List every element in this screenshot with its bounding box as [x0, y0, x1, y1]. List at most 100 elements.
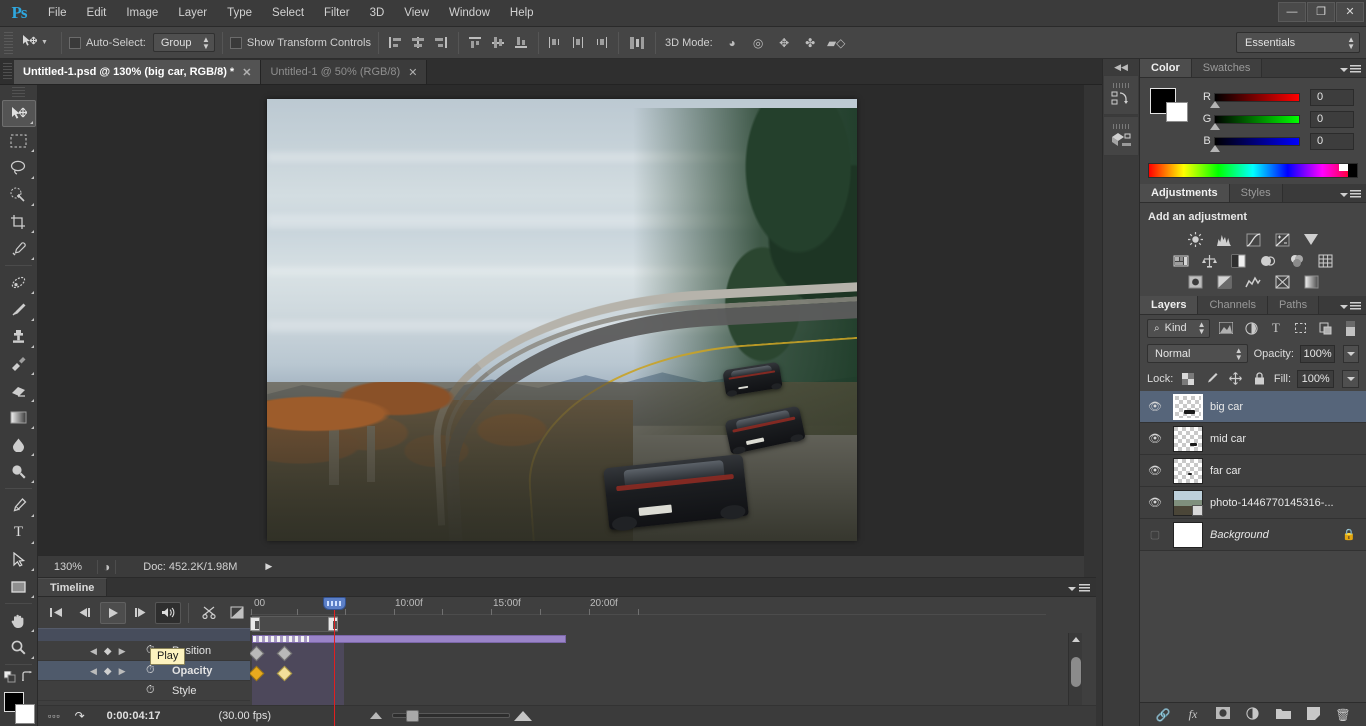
lock-position-icon[interactable] [1227, 370, 1245, 388]
workspace-select[interactable]: Essentials ▲▼ [1236, 32, 1360, 53]
scroll-up-icon[interactable] [1072, 637, 1080, 642]
close-button[interactable]: ✕ [1336, 2, 1364, 22]
big-car[interactable] [603, 454, 749, 530]
work-area-start-handle[interactable] [250, 617, 260, 631]
menu-layer[interactable]: Layer [168, 0, 217, 27]
fill-stepper[interactable] [1342, 370, 1359, 388]
background-color-swatch[interactable] [15, 704, 35, 724]
zoom-slider-knob[interactable] [406, 710, 419, 722]
lasso-tool[interactable] [2, 154, 36, 181]
photo-filter-icon[interactable] [1258, 252, 1278, 269]
vibrance-icon[interactable] [1301, 231, 1321, 248]
swap-colors-icon[interactable] [22, 671, 34, 685]
color-lookup-icon[interactable] [1316, 252, 1336, 269]
new-group-icon[interactable] [1275, 707, 1291, 722]
layer-row-mid-car[interactable]: 👁 mid car [1140, 423, 1366, 455]
minimize-button[interactable]: — [1278, 2, 1306, 22]
stopwatch-icon[interactable]: ⏱ [146, 684, 155, 697]
red-channel-slider[interactable] [1214, 93, 1300, 102]
marquee-tool[interactable] [2, 127, 36, 154]
previous-keyframe-icon[interactable]: ◀ [90, 666, 97, 677]
layer-row-background[interactable]: ▢ Background 🔒 [1140, 519, 1366, 551]
menu-3d[interactable]: 3D [360, 0, 395, 27]
filter-shape-layers-icon[interactable] [1292, 319, 1310, 338]
layer-visibility-icon[interactable]: 👁 [1144, 496, 1166, 509]
document-tab-untitled-1-psd[interactable]: Untitled-1.psd @ 130% (big car, RGB/8) *… [14, 60, 261, 84]
canvas-area[interactable] [38, 85, 1084, 555]
document-artboard[interactable] [267, 99, 857, 541]
layer-duration-bar-top[interactable] [252, 635, 566, 643]
options-bar-grip[interactable] [4, 32, 13, 54]
red-channel-value[interactable]: 0 [1310, 89, 1354, 106]
adjustments-panel-menu[interactable] [1340, 190, 1361, 199]
menu-edit[interactable]: Edit [77, 0, 117, 27]
blue-channel-value[interactable]: 0 [1310, 133, 1354, 150]
align-horizontal-centers-icon[interactable] [409, 33, 428, 52]
gradient-tool[interactable] [2, 404, 36, 431]
foreground-background-swatches[interactable] [2, 692, 36, 726]
zoom-out-icon[interactable] [370, 712, 382, 719]
spot-healing-brush-tool[interactable] [2, 269, 36, 296]
3d-pan-icon[interactable]: ✥ [775, 33, 794, 52]
layer-thumbnail[interactable] [1173, 490, 1203, 516]
channel-mixer-icon[interactable] [1287, 252, 1307, 269]
delete-layer-icon[interactable]: 🗑 [1335, 708, 1351, 722]
timeline-ruler[interactable]: 00 00f 10:00f 15:00f 20:00f [250, 597, 1046, 615]
layer-thumbnail[interactable] [1173, 426, 1203, 452]
filter-type-layers-icon[interactable]: T [1267, 319, 1285, 338]
distribute-right-edges-icon[interactable] [592, 33, 611, 52]
tools-panel-grip[interactable] [12, 87, 25, 98]
auto-select-checkbox[interactable] [69, 37, 81, 49]
work-area-end-handle[interactable] [328, 617, 338, 631]
layer-filter-kind-select[interactable]: ⌕ Kind ▲▼ [1147, 319, 1210, 338]
3d-roll-icon[interactable]: ◎ [749, 33, 768, 52]
background-color-swatch[interactable] [1166, 102, 1188, 122]
playhead[interactable] [334, 597, 335, 726]
tab-adjustments[interactable]: Adjustments [1140, 184, 1230, 202]
menu-help[interactable]: Help [500, 0, 544, 27]
zoom-tool[interactable] [2, 634, 36, 661]
document-settings-icon[interactable]: ◑ [103, 560, 110, 574]
stopwatch-icon[interactable]: ⏱ [146, 664, 155, 677]
color-panel-swatches[interactable] [1150, 88, 1190, 122]
link-layers-icon[interactable]: 🔗 [1155, 708, 1171, 722]
move-tool[interactable] [2, 100, 36, 127]
color-balance-icon[interactable] [1200, 252, 1220, 269]
slider-knob[interactable] [1210, 101, 1220, 108]
fill-value[interactable]: 100% [1297, 370, 1334, 388]
add-keyframe-icon[interactable]: ◆ [104, 646, 112, 657]
go-to-first-frame-button[interactable] [44, 602, 70, 624]
blur-tool[interactable] [2, 431, 36, 458]
eyedropper-tool[interactable] [2, 235, 36, 262]
next-keyframe-icon[interactable]: ▶ [119, 666, 126, 677]
previous-keyframe-icon[interactable]: ◀ [90, 646, 97, 657]
restore-button[interactable]: ❐ [1307, 2, 1335, 22]
transition-button[interactable] [224, 602, 250, 624]
layer-thumbnail[interactable] [1173, 522, 1203, 548]
current-timecode[interactable]: 0:00:04:17 [107, 710, 161, 722]
levels-icon[interactable] [1214, 231, 1234, 248]
status-flyout-arrow-icon[interactable]: ▶ [265, 561, 272, 572]
timeline-zoom-slider[interactable] [370, 708, 532, 723]
menu-filter[interactable]: Filter [314, 0, 360, 27]
layer-visibility-icon[interactable]: 👁 [1144, 400, 1166, 413]
menu-view[interactable]: View [394, 0, 439, 27]
gradient-map-icon[interactable] [1301, 273, 1321, 290]
layer-filter-toggle[interactable] [1341, 319, 1359, 338]
filter-adjustment-layers-icon[interactable] [1242, 319, 1260, 338]
tab-swatches[interactable]: Swatches [1192, 59, 1263, 77]
align-top-edges-icon[interactable] [466, 33, 485, 52]
3d-scale-icon[interactable]: ▰◇ [827, 33, 846, 52]
opacity-value[interactable]: 100% [1300, 345, 1335, 363]
zoom-level-field[interactable]: 130% [44, 559, 92, 575]
brush-tool[interactable] [2, 296, 36, 323]
pen-tool[interactable] [2, 492, 36, 519]
green-channel-slider[interactable] [1214, 115, 1300, 124]
tool-preset-chevron-icon[interactable]: ▼ [41, 39, 48, 46]
curves-icon[interactable] [1243, 231, 1263, 248]
align-vertical-centers-icon[interactable] [489, 33, 508, 52]
distribute-left-edges-icon[interactable] [546, 33, 565, 52]
convert-to-frame-animation-icon[interactable]: ▫▫▫ [48, 711, 61, 721]
new-layer-icon[interactable] [1305, 707, 1321, 723]
layer-visibility-icon[interactable]: 👁 [1144, 464, 1166, 477]
